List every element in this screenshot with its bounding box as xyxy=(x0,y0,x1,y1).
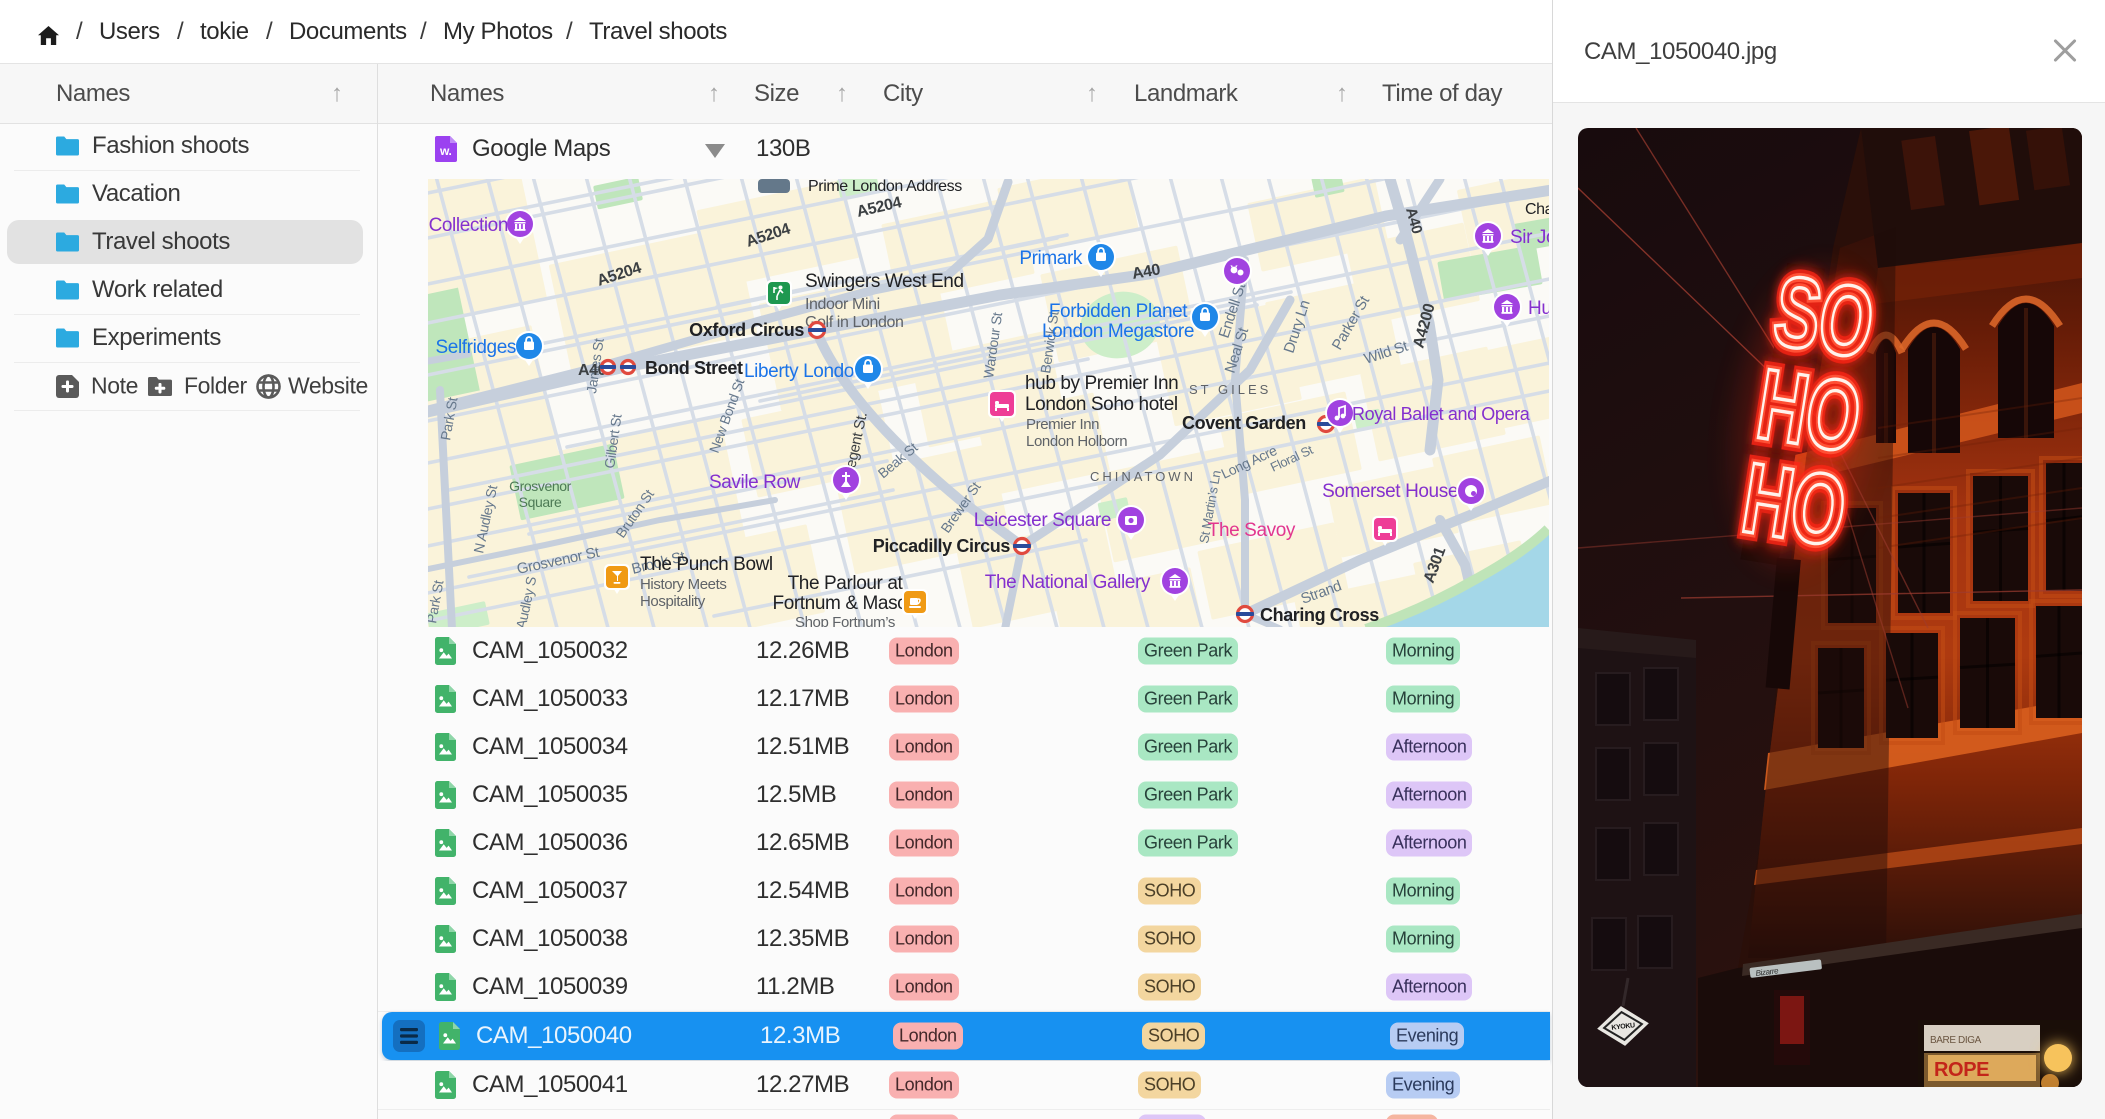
svg-text:History Meets: History Meets xyxy=(640,576,727,593)
svg-text:Grosvenor: Grosvenor xyxy=(509,478,571,494)
svg-text:Bond Street: Bond Street xyxy=(645,358,743,378)
svg-text:BARE DIGA: BARE DIGA xyxy=(1930,1035,1982,1046)
svg-text:Collection: Collection xyxy=(429,215,508,236)
svg-text:London Holborn: London Holborn xyxy=(1026,433,1127,450)
svg-text:Royal Ballet and Opera: Royal Ballet and Opera xyxy=(1352,404,1531,424)
svg-text:Piccadilly Circus: Piccadilly Circus xyxy=(873,536,1011,556)
svg-text:ROPE: ROPE xyxy=(1934,1059,1989,1081)
svg-text:Indoor Mini: Indoor Mini xyxy=(805,296,880,313)
svg-text:Oxford Circus: Oxford Circus xyxy=(689,320,804,340)
svg-text:Hospitality: Hospitality xyxy=(640,593,706,610)
svg-text:Premier Inn: Premier Inn xyxy=(1026,416,1099,433)
svg-text:Charing Cross: Charing Cross xyxy=(1260,605,1379,625)
svg-text:Selfridges: Selfridges xyxy=(436,337,517,358)
svg-text:Covent Garden: Covent Garden xyxy=(1182,413,1306,433)
svg-text:Somerset House: Somerset House xyxy=(1322,481,1458,502)
svg-text:Savile Row: Savile Row xyxy=(709,472,801,493)
svg-text:Swingers West End: Swingers West End xyxy=(805,271,964,292)
svg-text:Square: Square xyxy=(519,494,562,510)
svg-text:The Parlour at: The Parlour at xyxy=(788,573,904,594)
svg-text:hub by Premier Inn: hub by Premier Inn xyxy=(1025,373,1178,394)
svg-text:London Soho hotel: London Soho hotel xyxy=(1025,394,1178,415)
svg-text:Prime London Address: Prime London Address xyxy=(808,179,962,195)
svg-text:Hu: Hu xyxy=(1528,298,1549,319)
svg-text:Chan: Chan xyxy=(1525,201,1549,218)
svg-text:Primark: Primark xyxy=(1019,248,1083,269)
svg-text:w.: w. xyxy=(439,144,451,158)
svg-text:Sir John: Sir John xyxy=(1510,227,1549,248)
svg-text:HO: HO xyxy=(1735,443,1853,569)
svg-text:London Megastore: London Megastore xyxy=(1042,321,1194,342)
svg-text:Liberty London: Liberty London xyxy=(744,361,864,382)
svg-text:Leicester Square: Leicester Square xyxy=(974,510,1111,531)
svg-text:Fortnum & Mason: Fortnum & Mason xyxy=(773,593,918,614)
svg-text:The Savoy: The Savoy xyxy=(1208,520,1296,541)
svg-text:The National Gallery: The National Gallery xyxy=(985,572,1151,593)
svg-text:ST GILES: ST GILES xyxy=(1189,382,1271,397)
svg-text:Forbidden Planet: Forbidden Planet xyxy=(1049,301,1188,322)
svg-text:The Punch Bowl: The Punch Bowl xyxy=(640,554,773,575)
svg-text:CHINATOWN: CHINATOWN xyxy=(1090,469,1196,484)
